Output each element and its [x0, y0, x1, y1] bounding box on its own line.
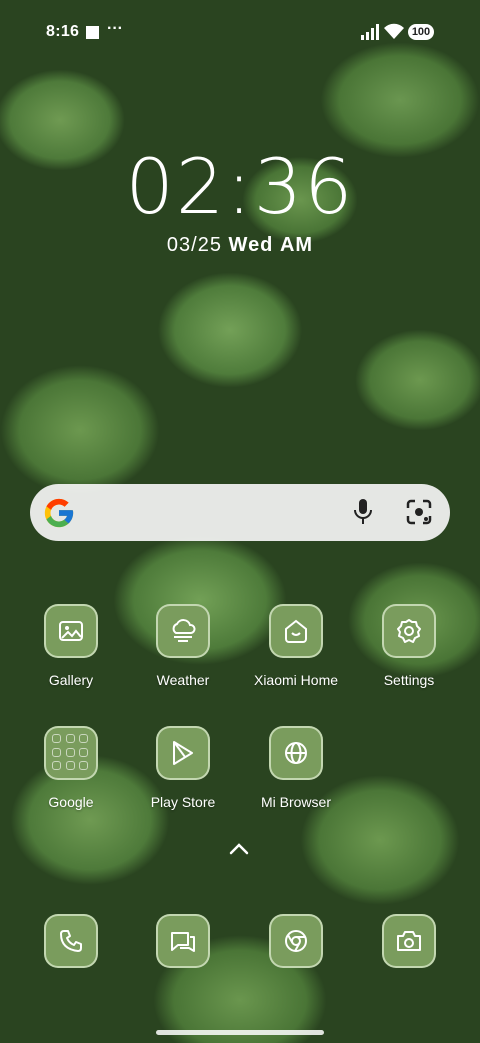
dock-messages[interactable]: [128, 914, 238, 968]
dock-chrome[interactable]: [241, 914, 351, 968]
app-label: Mi Browser: [260, 794, 331, 810]
gallery-icon: [44, 604, 98, 658]
status-bar: 8:16 ··· 100: [0, 0, 480, 64]
app-label: Xiaomi Home: [253, 672, 339, 688]
camera-icon: [382, 914, 436, 968]
play-store-icon: [156, 726, 210, 780]
dock-camera[interactable]: [354, 914, 464, 968]
status-time: 8:16: [46, 23, 80, 40]
date-value: 03/25: [166, 234, 222, 256]
weather-icon: [156, 604, 210, 658]
gear-icon: [382, 604, 436, 658]
chrome-icon: [269, 914, 323, 968]
wifi-icon: [384, 23, 404, 39]
browser-icon: [269, 726, 323, 780]
dock-phone[interactable]: [16, 914, 126, 968]
status-overflow: ···: [107, 20, 123, 37]
date-weekday: Wed: [228, 234, 274, 256]
phone-icon: [44, 914, 98, 968]
messages-icon: [156, 914, 210, 968]
app-settings[interactable]: Settings: [354, 604, 464, 688]
battery-icon: 100: [408, 24, 434, 40]
app-label: Settings: [383, 672, 435, 688]
app-label: Google: [48, 794, 94, 810]
xiaomi-home-icon: [269, 604, 323, 658]
clock-time[interactable]: 02:36: [0, 147, 480, 227]
lens-icon[interactable]: [406, 499, 432, 525]
folder-grid: [52, 734, 90, 772]
app-weather[interactable]: Weather: [128, 604, 238, 688]
signal-icon: [361, 24, 379, 40]
notification-square-icon: [86, 26, 99, 39]
mic-icon[interactable]: [352, 498, 374, 526]
app-xiaomi-home[interactable]: Xiaomi Home: [241, 604, 351, 688]
app-gallery[interactable]: Gallery: [16, 604, 126, 688]
clock-date: 03/25 Wed AM: [0, 234, 480, 257]
app-label: Play Store: [150, 794, 216, 810]
chevron-up-icon[interactable]: [228, 842, 250, 856]
google-search-bar[interactable]: [30, 484, 450, 541]
google-logo-icon: [44, 498, 74, 528]
app-label: Weather: [156, 672, 210, 688]
folder-icon: [44, 726, 98, 780]
app-label: Gallery: [48, 672, 94, 688]
date-period: AM: [279, 234, 314, 256]
app-folder-google[interactable]: Google: [16, 726, 126, 810]
home-indicator[interactable]: [156, 1030, 324, 1035]
app-mi-browser[interactable]: Mi Browser: [241, 726, 351, 810]
app-play-store[interactable]: Play Store: [128, 726, 238, 810]
